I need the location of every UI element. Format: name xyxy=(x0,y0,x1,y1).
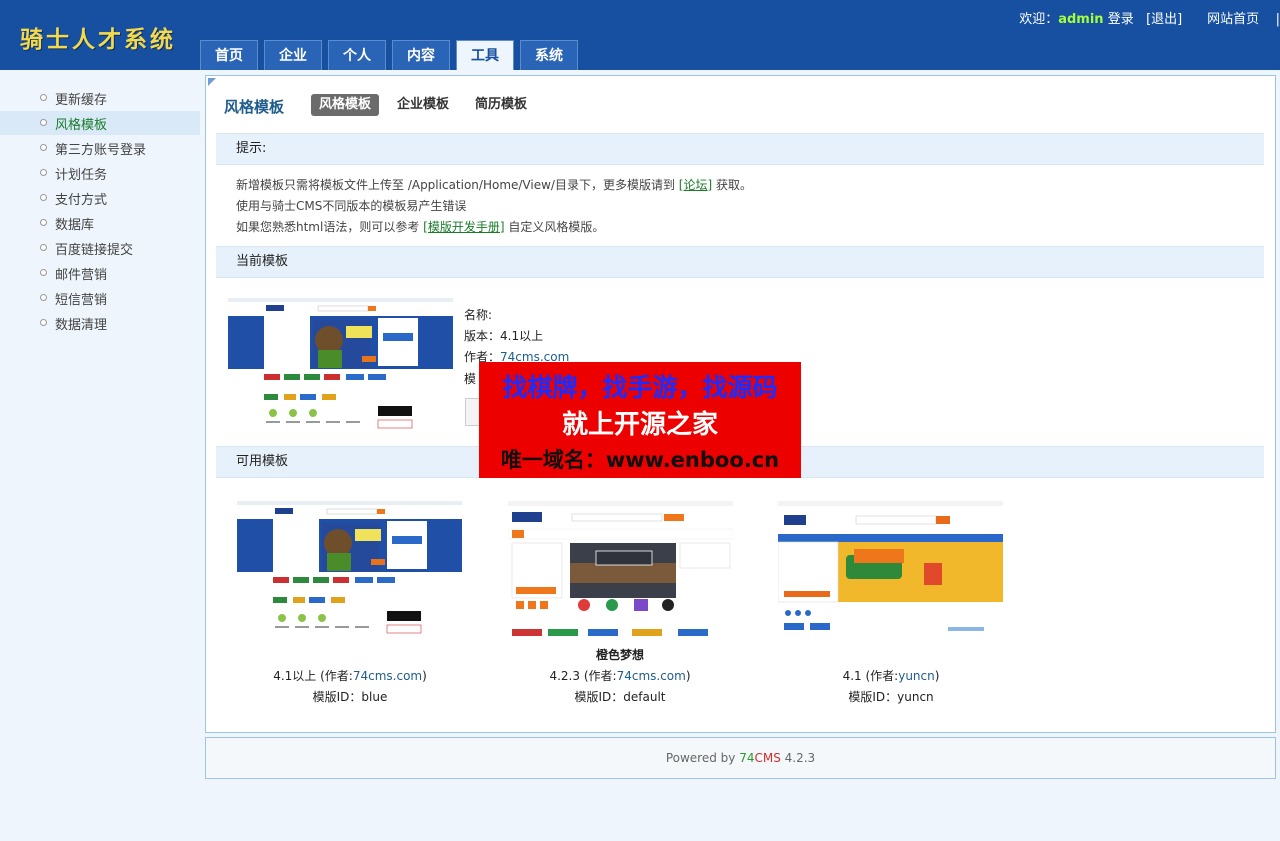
bullet-icon xyxy=(40,294,47,301)
subtab-resume-templates[interactable]: 简历模板 xyxy=(467,94,535,116)
welcome-text: 欢迎： xyxy=(1019,12,1059,27)
sidebar-item-update-cache[interactable]: 更新缓存 xyxy=(0,86,200,110)
watermark-banner: 找棋牌，找手游，找源码 就上开源之家 唯一域名：www.enboo.cn xyxy=(479,362,801,478)
current-version: 版本：4.1以上 xyxy=(464,329,544,343)
current-template-thumbnail xyxy=(228,298,453,435)
nav-tab-company[interactable]: 企业 xyxy=(264,40,322,70)
sidebar-item-database[interactable]: 数据库 xyxy=(0,211,200,235)
template-3-id: 模版ID：yuncn xyxy=(848,690,934,704)
nav-tab-content[interactable]: 内容 xyxy=(392,40,450,70)
site-home-link[interactable]: 网站首页 xyxy=(1207,12,1259,27)
sidebar-item-style-templates[interactable]: 风格模板 xyxy=(0,111,200,135)
template-3-version-author: 4.1 (作者:yuncn) xyxy=(842,669,940,683)
bullet-icon xyxy=(40,244,47,251)
template-thumbnail-default[interactable] xyxy=(508,501,733,641)
template-thumbnail-blue[interactable] xyxy=(237,501,462,641)
subtab-style-templates[interactable]: 风格模板 xyxy=(311,94,380,116)
tips-header: 提示: xyxy=(216,133,1264,165)
footer-brand-74[interactable]: 74 xyxy=(739,751,754,765)
template-2-name: 橙色梦想 xyxy=(595,648,644,662)
bullet-icon xyxy=(40,194,47,201)
watermark-line-2: 就上开源之家 xyxy=(561,410,718,440)
watermark-line-1: 找棋牌，找手游，找源码 xyxy=(502,373,778,402)
bullet-icon xyxy=(40,144,47,151)
bullet-icon xyxy=(40,219,47,226)
tip-line-2: 使用与骑士CMS不同版本的模板易产生错误 xyxy=(236,199,467,213)
subtab-company-templates[interactable]: 企业模板 xyxy=(389,94,457,116)
forum-link[interactable]: [论坛] xyxy=(679,178,712,192)
bullet-icon xyxy=(40,94,47,101)
tip-line-1: 新增模板只需将模板文件上传至 /Application/Home/View/目录… xyxy=(236,178,752,192)
top-bar: 骑士人才系统 首页 企业 个人 内容 工具 系统 欢迎：admin 登录 [退出… xyxy=(0,0,1280,70)
template-thumbnail-yuncn[interactable] xyxy=(778,501,1003,641)
template-2-id: 模版ID：default xyxy=(574,690,666,704)
sidebar-item-third-party-login[interactable]: 第三方账号登录 xyxy=(0,136,200,160)
current-name: 名称: xyxy=(464,308,493,322)
logout-link[interactable]: [退出] xyxy=(1146,12,1182,27)
page-title: 风格模板 xyxy=(224,98,285,116)
watermark-line-3: 唯一域名：www.enboo.cn xyxy=(500,448,780,472)
footer: Powered by 74CMS 4.2.3 xyxy=(205,737,1276,779)
current-template-header: 当前模板 xyxy=(216,246,1264,278)
corner-marker-icon xyxy=(208,78,216,86)
app-logo[interactable]: 骑士人才系统 xyxy=(20,20,176,54)
sidebar-item-email-marketing[interactable]: 邮件营销 xyxy=(0,261,200,285)
nav-tab-home[interactable]: 首页 xyxy=(200,40,258,70)
sidebar-item-scheduled-tasks[interactable]: 计划任务 xyxy=(0,161,200,185)
sidebar-item-baidu-submit[interactable]: 百度链接提交 xyxy=(0,236,200,260)
sidebar-item-sms-marketing[interactable]: 短信营销 xyxy=(0,286,200,310)
separator: | xyxy=(1275,12,1280,27)
bullet-icon xyxy=(40,319,47,326)
template-1-id: 模版ID：blue xyxy=(312,690,388,704)
sidebar-item-data-cleanup[interactable]: 数据清理 xyxy=(0,311,200,335)
nav-tab-tools[interactable]: 工具 xyxy=(456,40,514,70)
dev-manual-link[interactable]: [模版开发手册] xyxy=(423,220,504,234)
user-bar: 欢迎：admin 登录 [退出] 网站首页 | xyxy=(1019,12,1280,28)
sidebar: 更新缓存 风格模板 第三方账号登录 计划任务 支付方式 数据库 百度链接提交 邮… xyxy=(0,70,200,841)
username: admin xyxy=(1058,12,1104,27)
nav-tab-personal[interactable]: 个人 xyxy=(328,40,386,70)
bullet-icon xyxy=(40,169,47,176)
current-template-id: 模 xyxy=(464,372,477,386)
template-1-version-author: 4.1以上 (作者:74cms.com) xyxy=(273,669,427,683)
sidebar-item-payment[interactable]: 支付方式 xyxy=(0,186,200,210)
bullet-icon xyxy=(40,269,47,276)
template-2-version-author: 4.2.3 (作者:74cms.com) xyxy=(549,669,691,683)
login-link[interactable]: 登录 xyxy=(1108,12,1134,27)
tip-line-3: 如果您熟悉html语法，则可以参考 [模版开发手册] 自定义风格模版。 xyxy=(236,220,605,234)
footer-brand-cms[interactable]: CMS xyxy=(754,751,780,765)
bullet-icon xyxy=(40,119,47,126)
nav-tab-system[interactable]: 系统 xyxy=(520,40,578,70)
